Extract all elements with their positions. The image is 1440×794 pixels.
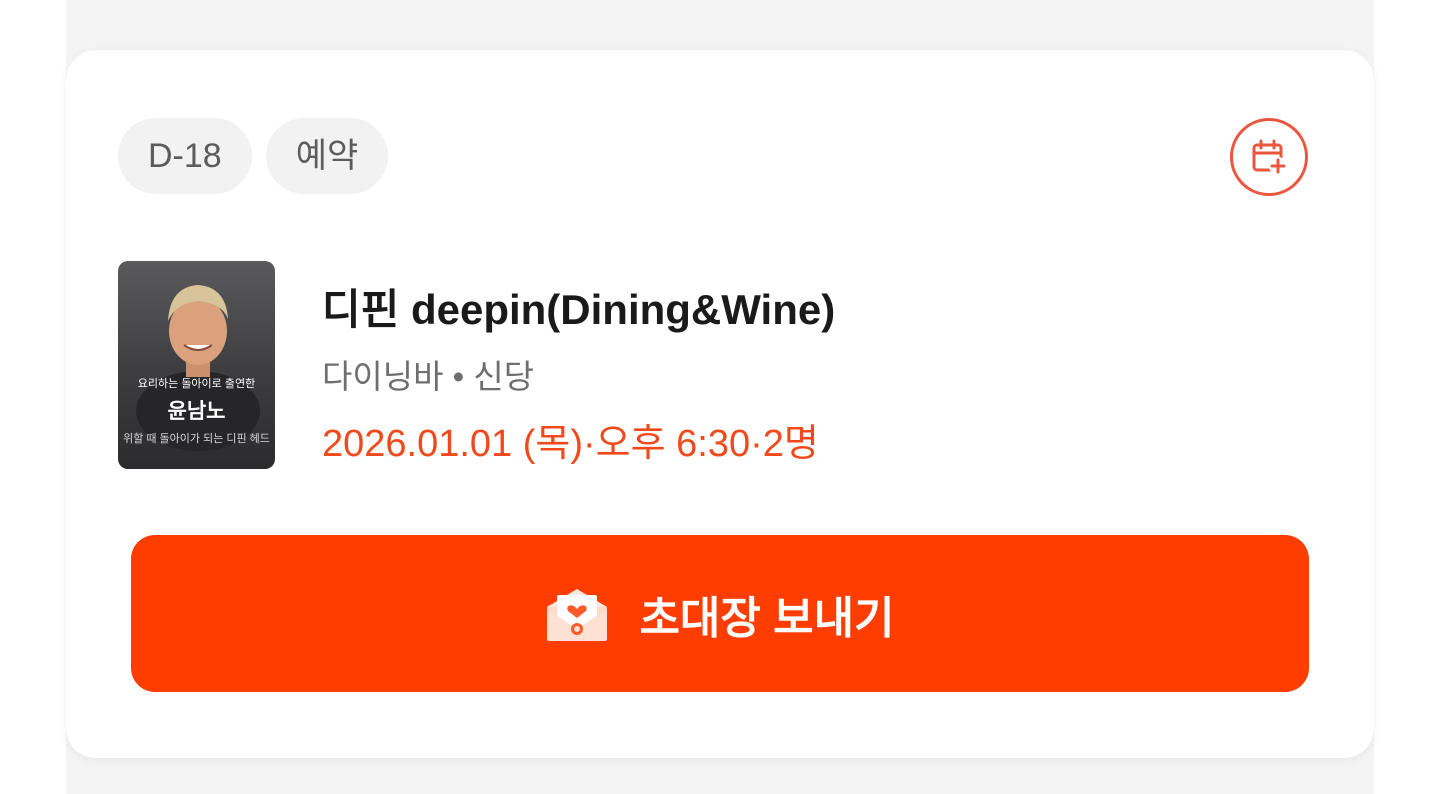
add-to-calendar-button[interactable] — [1230, 118, 1308, 196]
reservation-datetime: 2026.01.01 (목)·오후 6:30·2명 — [322, 423, 819, 465]
reservation-card: D-18 예약 요리하는 돌아이로 출연한 윤남노 위할 때 돌아이가 되는 디… — [66, 50, 1374, 758]
restaurant-thumbnail[interactable]: 요리하는 돌아이로 출연한 윤남노 위할 때 돌아이가 되는 디핀 헤드 — [118, 261, 275, 469]
status-badge: 예약 — [265, 118, 389, 194]
send-invitation-button[interactable]: 초대장 보내기 — [131, 535, 1309, 692]
thumbnail-chef-name: 윤남노 — [167, 400, 226, 423]
send-invitation-label: 초대장 보내기 — [639, 593, 895, 643]
thumbnail-footer: 위할 때 돌아이가 되는 디핀 헤드 — [123, 433, 270, 445]
badge-group: D-18 예약 — [118, 118, 389, 194]
thumbnail-caption: 요리하는 돌아이로 출연한 — [137, 378, 256, 390]
category-location: 다이닝바 • 신당 — [322, 358, 535, 395]
restaurant-name[interactable]: 디핀 deepin(Dining&Wine) — [322, 276, 835, 337]
calendar-add-icon — [1252, 139, 1287, 175]
envelope-heart-icon — [547, 588, 608, 641]
d-day-badge: D-18 — [118, 118, 252, 194]
